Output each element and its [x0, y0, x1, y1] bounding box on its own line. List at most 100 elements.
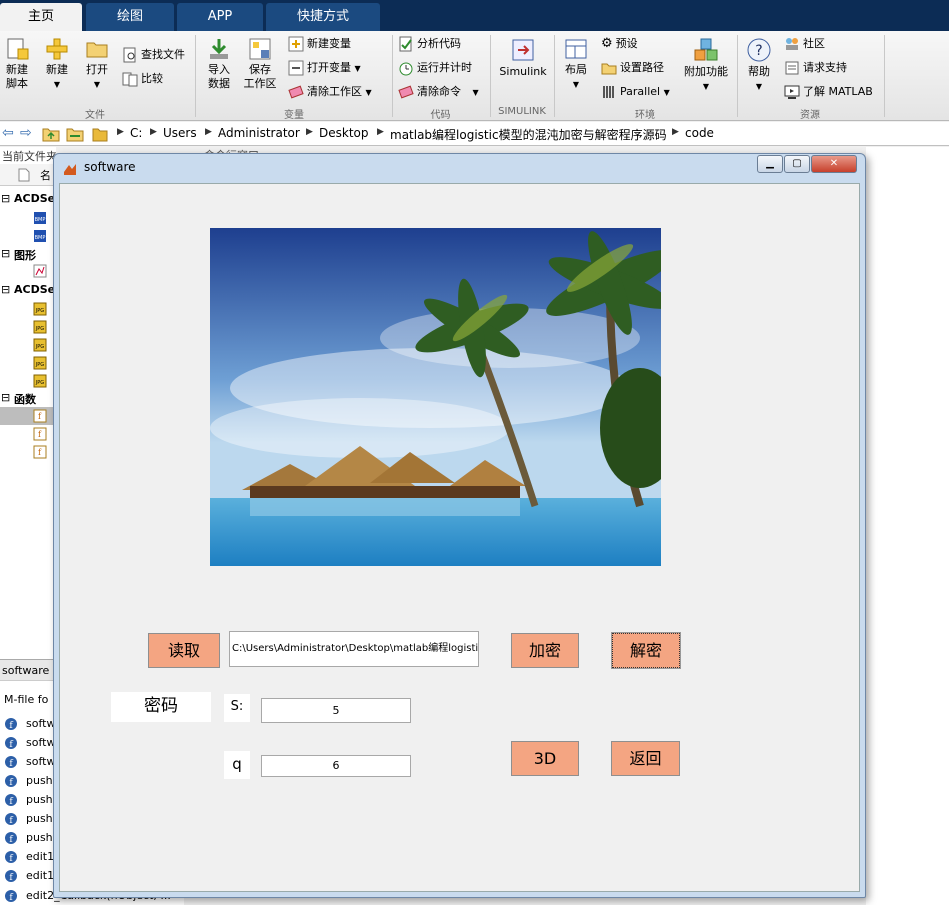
- tab-plots[interactable]: 绘图: [86, 3, 174, 31]
- section-acdsee-bmp[interactable]: ACDSe: [14, 192, 55, 205]
- request-support-button[interactable]: 请求支持: [784, 58, 847, 78]
- clear-commands-button[interactable]: 清除命令 ▼: [398, 82, 479, 102]
- breadcrumb-code[interactable]: code: [685, 126, 714, 140]
- svg-text:JPG: JPG: [35, 362, 44, 368]
- addons-button[interactable]: 附加功能 ▼: [680, 37, 732, 94]
- function-icon: f: [5, 813, 17, 826]
- find-files-label: 查找文件: [141, 48, 185, 61]
- run-time-icon: [399, 62, 413, 76]
- function-name: edit1: [26, 850, 55, 863]
- simulink-button[interactable]: Simulink: [496, 37, 550, 79]
- back-arrow-icon[interactable]: ⇦: [2, 125, 14, 141]
- mfile-description: M-file fo: [4, 693, 49, 706]
- community-button[interactable]: 社区: [784, 34, 825, 54]
- decrypt-button[interactable]: 解密: [611, 632, 681, 669]
- 3d-button[interactable]: 3D: [511, 741, 579, 776]
- figure-title: software: [84, 160, 136, 174]
- layout-label: 布局: [565, 63, 587, 76]
- tree-toggle-icon[interactable]: ⊟: [1, 391, 10, 404]
- save-workspace-icon: [249, 38, 271, 60]
- function-icon: f: [5, 737, 17, 750]
- tab-apps[interactable]: APP: [177, 3, 263, 31]
- request-support-label: 请求支持: [803, 61, 847, 74]
- ribbon-divider: [737, 35, 738, 117]
- run-and-time-button[interactable]: 运行并计时: [398, 58, 472, 78]
- open-variable-button[interactable]: 打开变量 ▼: [288, 58, 361, 78]
- breadcrumb-desktop[interactable]: Desktop: [319, 126, 369, 140]
- compare-button[interactable]: 比较: [122, 69, 163, 89]
- new-button[interactable]: 新建 ▼: [40, 37, 74, 92]
- breadcrumb-project-folder[interactable]: matlab编程logistic模型的混沌加密与解密程序源码: [390, 126, 667, 143]
- close-button[interactable]: ✕: [811, 155, 857, 173]
- name-column-header[interactable]: 名: [40, 167, 51, 183]
- section-figures[interactable]: 图形: [14, 247, 36, 263]
- read-button[interactable]: 读取: [148, 633, 220, 668]
- maximize-button[interactable]: ▢: [784, 155, 810, 173]
- m-file-icon[interactable]: f: [33, 445, 47, 459]
- svg-text:JPG: JPG: [35, 344, 44, 350]
- tab-shortcuts[interactable]: 快捷方式: [266, 3, 380, 31]
- breadcrumb-separator: ▶: [306, 127, 313, 137]
- q-parameter-field[interactable]: 6: [261, 755, 411, 777]
- m-file-icon[interactable]: f: [33, 409, 47, 423]
- breadcrumb-c[interactable]: C:: [130, 126, 142, 140]
- section-acdsee-jpg[interactable]: ACDSe: [14, 283, 55, 296]
- open-button[interactable]: 打开 ▼: [82, 37, 112, 92]
- function-name: push: [26, 831, 53, 844]
- breadcrumb-administrator[interactable]: Administrator: [218, 126, 300, 140]
- up-folder-icon[interactable]: [42, 126, 60, 142]
- help-button[interactable]: ? 帮助 ▼: [742, 37, 776, 94]
- preferences-button[interactable]: ⚙ 预设: [601, 34, 638, 54]
- s-parameter-field[interactable]: 5: [261, 698, 411, 723]
- m-file-icon[interactable]: f: [33, 427, 47, 441]
- parallel-button[interactable]: Parallel ▼: [601, 82, 670, 102]
- encrypt-button[interactable]: 加密: [511, 633, 579, 668]
- clear-workspace-button[interactable]: 清除工作区 ▼: [288, 82, 372, 102]
- browse-folder-icon[interactable]: [66, 126, 84, 142]
- file-path-field[interactable]: C:\Users\Administrator\Desktop\matlab编程l…: [229, 631, 479, 667]
- command-window[interactable]: [866, 147, 949, 905]
- learn-icon: [784, 85, 800, 99]
- figure-canvas: 读取 C:\Users\Administrator\Desktop\matlab…: [59, 183, 860, 892]
- tree-toggle-icon[interactable]: ⊟: [1, 283, 10, 296]
- jpg-file-icon[interactable]: JPG: [33, 338, 47, 352]
- layout-button[interactable]: 布局 ▼: [560, 37, 592, 92]
- figure-window: software ▁ ▢ ✕ 读取 C:\Users\Administrator…: [53, 153, 866, 898]
- find-files-button[interactable]: 查找文件: [122, 45, 185, 65]
- chevron-down-icon: ▼: [354, 64, 361, 73]
- fig-file-icon[interactable]: [33, 264, 47, 278]
- group-label-file: 文件: [85, 110, 105, 121]
- back-button[interactable]: 返回: [611, 741, 680, 776]
- learn-matlab-button[interactable]: 了解 MATLAB: [784, 82, 873, 102]
- details-header: software: [0, 659, 56, 681]
- compare-label: 比较: [141, 72, 163, 85]
- bmp-file-icon[interactable]: BMP: [33, 211, 47, 225]
- breadcrumb-separator: ▶: [672, 127, 679, 137]
- analyze-code-button[interactable]: 分析代码: [398, 34, 461, 54]
- bmp-file-icon[interactable]: BMP: [33, 229, 47, 243]
- forward-arrow-icon[interactable]: ⇨: [20, 125, 32, 141]
- function-icon: f: [5, 775, 17, 788]
- function-name: push: [26, 812, 53, 825]
- save-workspace-button[interactable]: 保存 工作区: [242, 37, 278, 91]
- jpg-file-icon[interactable]: JPG: [33, 356, 47, 370]
- address-bar: ⇦ ⇨ ▶ C: ▶ Users ▶ Administrator ▶ Deskt…: [0, 122, 949, 146]
- parallel-icon: [603, 86, 614, 98]
- matlab-logo-icon: [64, 164, 76, 175]
- set-path-button[interactable]: 设置路径: [601, 58, 664, 78]
- breadcrumb-users[interactable]: Users: [163, 126, 197, 140]
- minimize-button[interactable]: ▁: [757, 155, 783, 173]
- tab-home[interactable]: 主页: [0, 3, 82, 31]
- tree-toggle-icon[interactable]: ⊟: [1, 192, 10, 205]
- jpg-file-icon[interactable]: JPG: [33, 320, 47, 334]
- save-workspace-label: 保存 工作区: [243, 63, 277, 90]
- new-variable-button[interactable]: 新建变量: [288, 34, 351, 54]
- details-title: software: [2, 664, 50, 677]
- new-script-button[interactable]: 新建 脚本: [2, 37, 32, 91]
- import-data-button[interactable]: 导入 数据: [202, 37, 236, 91]
- jpg-file-icon[interactable]: JPG: [33, 302, 47, 316]
- tree-toggle-icon[interactable]: ⊟: [1, 247, 10, 260]
- jpg-file-icon[interactable]: JPG: [33, 374, 47, 388]
- run-and-time-label: 运行并计时: [417, 61, 472, 74]
- section-functions[interactable]: 函数: [14, 391, 36, 407]
